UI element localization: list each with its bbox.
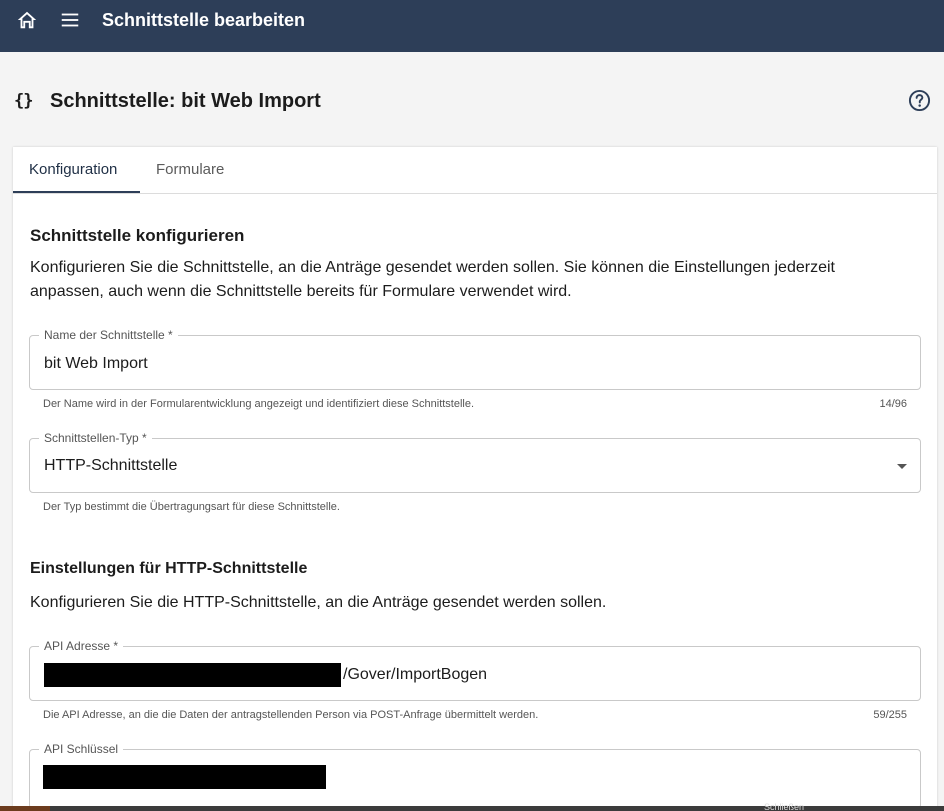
tab-bar: Konfiguration Formulare [13,147,937,194]
active-tab-indicator [13,191,140,193]
type-select-hint: Der Typ bestimmt die Übertragungsart für… [43,501,340,513]
api-address-field[interactable]: API Adresse * /Gover/ImportBogen [29,639,921,701]
home-icon[interactable] [16,9,38,31]
config-card: Konfiguration Formulare Schnittstelle ko… [13,147,937,811]
taskbar-left [0,806,50,811]
dropdown-arrow-icon[interactable] [897,464,907,469]
type-select[interactable]: Schnittstellen-Typ * HTTP-Schnittstelle [29,431,921,493]
redacted-block [43,765,326,789]
app-header: Schnittstelle bearbeiten [0,0,944,52]
api-key-field[interactable]: API Schlüssel [29,742,921,809]
section-title-http: Einstellungen für HTTP-Schnittstelle [30,560,308,577]
api-address-hint: Die API Adresse, an die die Daten der an… [43,709,539,721]
section-title-configure: Schnittstelle konfigurieren [30,226,245,245]
api-address-label: API Adresse * [39,639,124,653]
braces-icon: {} [14,91,33,111]
help-circle-icon[interactable] [908,89,931,112]
section-description-configure: Konfigurieren Sie die Schnittstelle, an … [30,259,835,300]
partial-close-text: Schließen [764,802,805,811]
section-description-http: Konfigurieren Sie die HTTP-Schnittstelle… [30,594,607,611]
api-key-label: API Schlüssel [39,742,124,756]
page-title: Schnittstelle: bit Web Import [50,89,321,112]
name-field-value[interactable]: bit Web Import [44,354,148,374]
name-field-counter: 14/96 [879,398,907,410]
tab-konfiguration[interactable]: Konfiguration [29,161,117,179]
tab-formulare[interactable]: Formulare [156,161,224,179]
header-title: Schnittstelle bearbeiten [102,10,306,30]
menu-icon[interactable] [59,9,81,31]
api-address-counter: 59/255 [873,709,907,721]
type-select-label: Schnittstellen-Typ * [39,431,152,445]
name-field[interactable]: Name der Schnittstelle * bit Web Import [29,328,921,390]
page-heading: {} Schnittstelle: bit Web Import [14,88,321,114]
name-field-label: Name der Schnittstelle * [39,328,178,342]
name-field-hint: Der Name wird in der Formularentwicklung… [43,398,475,410]
type-select-value[interactable]: HTTP-Schnittstelle [44,456,177,476]
api-address-value[interactable]: /Gover/ImportBogen [343,665,487,685]
taskbar-strip: Schließen [0,802,944,811]
redacted-block [44,663,341,687]
